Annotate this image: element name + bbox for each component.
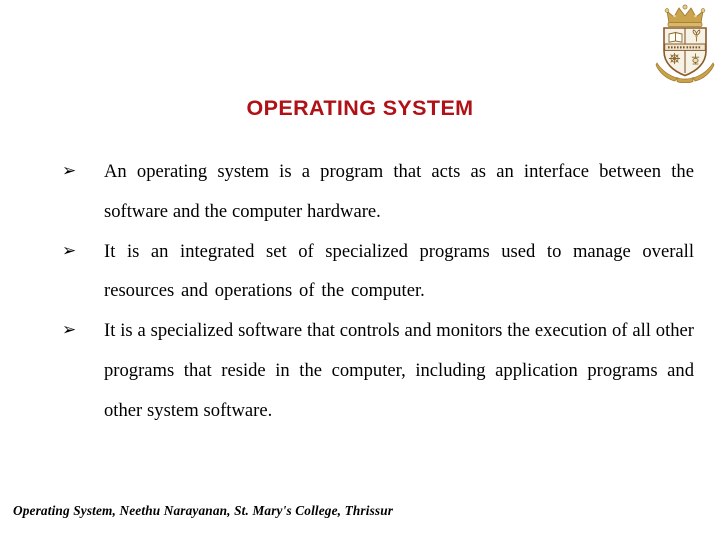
bullet-item: ➢ It is an integrated set of specialized… (62, 232, 694, 312)
slide-title: OPERATING SYSTEM (246, 96, 474, 120)
slide-canvas: OPERATING SYSTEM ➢ An operating system i… (0, 0, 720, 540)
bullet-text: It is a specialized software that contro… (104, 320, 694, 421)
college-crest-icon (653, 3, 717, 83)
bullet-list: ➢ An operating system is a program that … (62, 152, 694, 431)
arrow-bullet-icon: ➢ (62, 320, 77, 341)
bullet-item: ➢ It is a specialized software that cont… (62, 311, 694, 430)
bullet-text: It is an integrated set of specialized p… (104, 240, 694, 302)
arrow-bullet-icon: ➢ (62, 161, 77, 181)
bullet-item: ➢ An operating system is a program that … (62, 152, 694, 232)
slide-footer: Operating System, Neethu Narayanan, St. … (13, 503, 394, 518)
arrow-bullet-icon: ➢ (62, 240, 77, 261)
bullet-text: An operating system is a program that ac… (104, 161, 694, 222)
